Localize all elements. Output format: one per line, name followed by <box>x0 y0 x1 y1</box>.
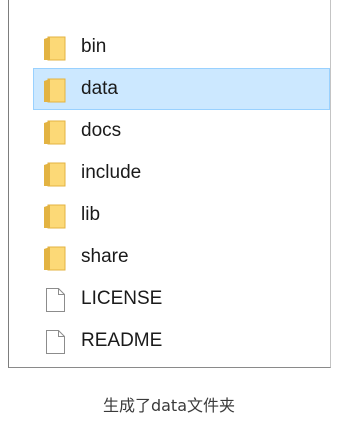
file-explorer-window: bin data docs include lib share LICENSE … <box>8 0 331 368</box>
file-row-share[interactable]: share <box>33 236 330 278</box>
file-row-data[interactable]: data <box>33 68 330 110</box>
file-name-label: include <box>81 162 142 183</box>
file-name-label: LICENSE <box>81 288 163 309</box>
screenshot-caption: 生成了data文件夹 <box>102 396 236 415</box>
file-name-label: docs <box>81 120 122 141</box>
file-name-label: lib <box>81 204 101 225</box>
file-name-label: bin <box>81 36 107 57</box>
file-row-bin[interactable]: bin <box>33 26 330 68</box>
file-name-label: data <box>81 78 118 99</box>
folder-icon <box>43 118 67 146</box>
folder-icon <box>43 244 67 272</box>
file-row-lib[interactable]: lib <box>33 194 330 236</box>
file-row-include[interactable]: include <box>33 152 330 194</box>
folder-icon <box>43 34 67 62</box>
file-row-readme[interactable]: README <box>33 320 330 362</box>
file-icon <box>43 328 67 356</box>
file-icon <box>43 286 67 314</box>
file-name-label: README <box>81 330 163 351</box>
file-row-license[interactable]: LICENSE <box>33 278 330 320</box>
folder-icon <box>43 202 67 230</box>
file-list: bin data docs include lib share LICENSE … <box>9 26 330 362</box>
folder-icon <box>43 76 67 104</box>
file-name-label: share <box>81 246 129 267</box>
file-row-docs[interactable]: docs <box>33 110 330 152</box>
folder-icon <box>43 160 67 188</box>
